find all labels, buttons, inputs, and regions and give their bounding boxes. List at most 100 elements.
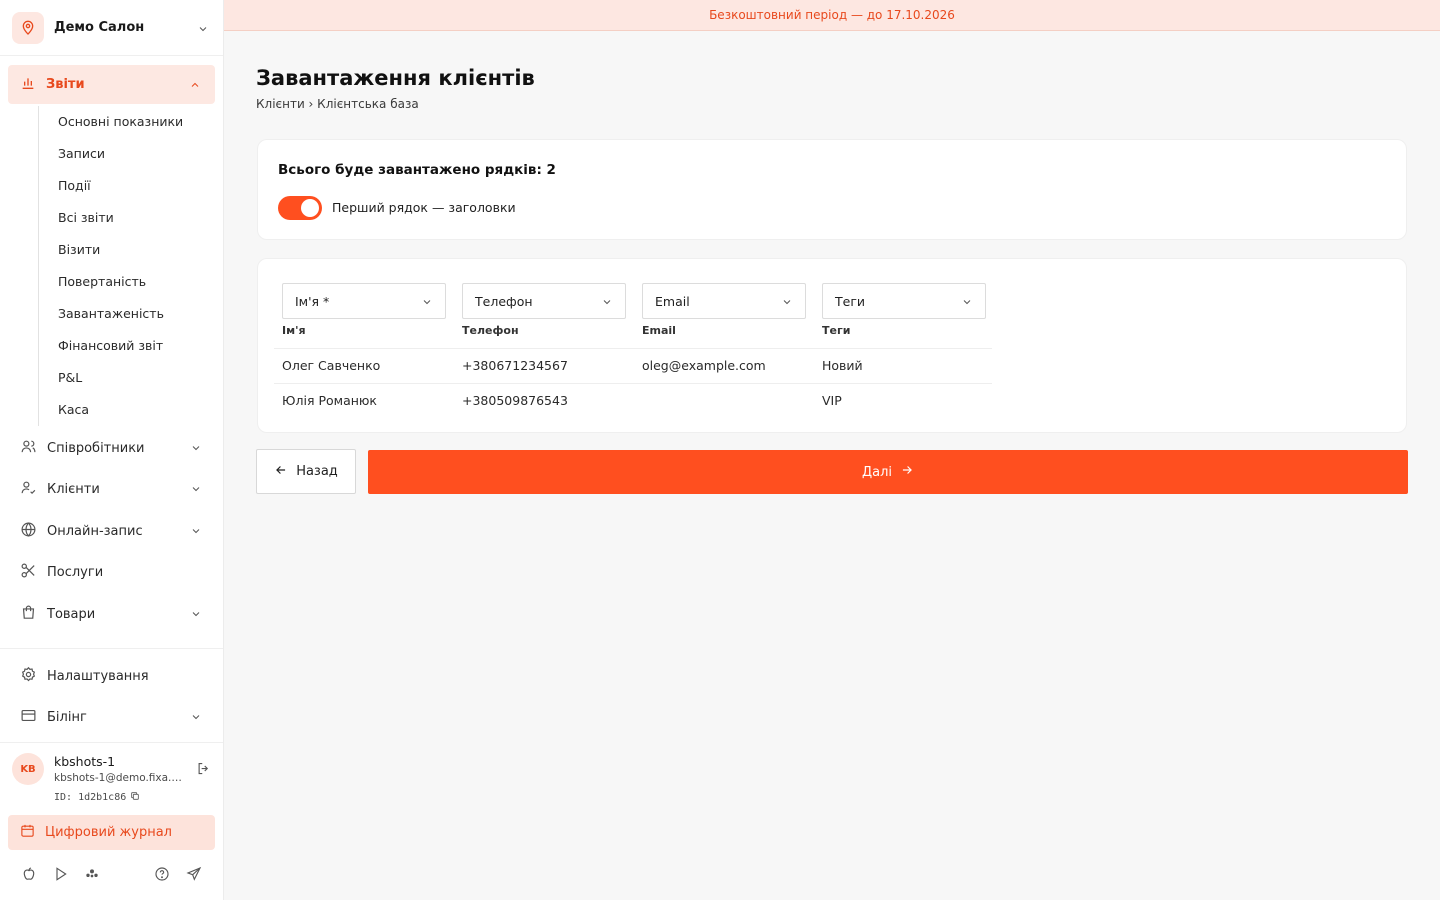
column-select-tags[interactable]: Теги (822, 283, 986, 319)
column-select-email[interactable]: Email (642, 283, 806, 319)
sidebar-subitem-all-reports[interactable]: Всі звіти (58, 210, 114, 225)
digital-journal-button[interactable]: Цифровий журнал (8, 815, 215, 850)
header-row-toggle[interactable] (278, 196, 322, 220)
sidebar-divider (0, 742, 223, 743)
page-title: Завантаження клієнтів (256, 66, 535, 90)
chevron-up-icon (189, 79, 201, 95)
bar-chart-icon (20, 75, 36, 95)
sidebar-item-label: Товари (47, 606, 96, 622)
sidebar-divider (0, 648, 223, 649)
user-check-icon (20, 479, 37, 500)
table-cell: +380671234567 (462, 358, 568, 373)
chevron-down-icon (190, 711, 202, 727)
users-icon (20, 438, 37, 459)
sidebar-item-clients[interactable]: Клієнти (20, 477, 216, 501)
sidebar-subitem-records[interactable]: Записи (58, 146, 105, 161)
row-divider (274, 383, 992, 384)
sidebar-item-services[interactable]: Послуги (20, 560, 216, 584)
column-header: Телефон (462, 324, 519, 337)
play-store-icon[interactable] (53, 866, 69, 886)
logout-icon[interactable] (196, 761, 211, 780)
chevron-down-icon (190, 442, 202, 458)
digital-journal-label: Цифровий журнал (45, 825, 172, 840)
trial-banner: Безкоштовний період — до 17.10.2026 (224, 0, 1440, 31)
telegram-icon[interactable] (186, 866, 202, 886)
chevron-down-icon (781, 296, 793, 311)
row-divider (274, 348, 992, 349)
apple-icon[interactable] (21, 866, 37, 886)
column-header: Email (642, 324, 676, 337)
chevron-down-icon (197, 20, 209, 39)
table-cell: Новий (822, 358, 863, 373)
toggle-knob (301, 199, 319, 217)
chevron-down-icon (190, 525, 202, 541)
location-pin-icon (12, 11, 44, 44)
next-button[interactable]: Далі (368, 450, 1408, 494)
arrow-right-icon (900, 463, 914, 481)
salon-switcher[interactable]: Демо Салон (0, 0, 223, 56)
column-select-value: Теги (835, 293, 866, 309)
sidebar-item-reports[interactable]: Звіти (8, 65, 215, 104)
user-id: ID: 1d2b1c86 (54, 792, 127, 803)
sidebar-item-staff[interactable]: Співробітники (20, 436, 216, 460)
sidebar-subitem-events[interactable]: Події (58, 178, 91, 193)
sidebar-item-label: Послуги (47, 564, 104, 580)
column-header: Теги (822, 324, 851, 337)
sidebar-item-billing[interactable]: Білінг (20, 705, 216, 729)
help-icon[interactable] (154, 866, 170, 886)
back-button[interactable]: Назад (256, 449, 356, 494)
sidebar-subitem-cash[interactable]: Каса (58, 402, 89, 417)
summary-card: Всього буде завантажено рядків: 2 Перший… (257, 139, 1407, 240)
sidebar-item-label: Звіти (46, 77, 85, 92)
back-button-label: Назад (296, 464, 338, 479)
sidebar-item-label: Співробітники (47, 440, 145, 456)
column-select-phone[interactable]: Телефон (462, 283, 626, 319)
table-cell: +380509876543 (462, 393, 568, 408)
sidebar-subitem-financial-report[interactable]: Фінансовий звіт (58, 338, 163, 353)
breadcrumb[interactable]: Клієнти › Клієнтська база (256, 97, 419, 111)
copy-icon[interactable] (130, 791, 140, 804)
sidebar-subitem-workload[interactable]: Завантаженість (58, 306, 164, 321)
column-header: Ім'я (282, 324, 306, 337)
column-select-value: Email (655, 293, 690, 309)
sidebar-item-online-booking[interactable]: Онлайн-запис (20, 519, 216, 543)
table-cell: oleg@example.com (642, 358, 766, 373)
chevron-down-icon (190, 608, 202, 624)
sidebar-item-settings[interactable]: Налаштування (20, 664, 216, 688)
sidebar-item-label: Білінг (47, 709, 87, 725)
avatar: KB (12, 753, 44, 785)
sidebar-subitem-retention[interactable]: Повертаність (58, 274, 146, 289)
table-cell: Олег Савченко (282, 358, 381, 373)
sidebar-subitem-pnl[interactable]: P&L (58, 370, 82, 385)
user-id-row: ID: 1d2b1c86 (54, 791, 140, 804)
sidebar-item-label: Онлайн-запис (47, 523, 143, 539)
header-row-toggle-label: Перший рядок — заголовки (332, 200, 516, 215)
column-select-name[interactable]: Ім'я * (282, 283, 446, 319)
sidebar-item-goods[interactable]: Товари (20, 602, 216, 626)
sidebar-subitem-main-indicators[interactable]: Основні показники (58, 114, 183, 129)
arrow-left-icon (274, 463, 288, 481)
column-select-value: Ім'я * (295, 293, 330, 309)
globe-icon (20, 521, 37, 542)
salon-name: Демо Салон (54, 20, 145, 35)
sidebar-subitem-visits[interactable]: Візити (58, 242, 100, 257)
calendar-icon (20, 823, 35, 842)
chevron-down-icon (421, 296, 433, 311)
sidebar-item-label: Налаштування (47, 668, 149, 684)
column-mapping-card: Ім'я * Телефон Email Теги Ім'я Телефон E… (257, 258, 1407, 433)
chevron-down-icon (601, 296, 613, 311)
reports-sublist-line (38, 106, 39, 426)
table-cell: VIP (822, 393, 842, 408)
credit-card-icon (20, 707, 37, 728)
user-email: kbshots-1@demo.fixa.b... (54, 772, 186, 784)
column-select-value: Телефон (475, 293, 533, 309)
user-name: kbshots-1 (54, 754, 116, 769)
gear-icon (20, 666, 37, 687)
chevron-down-icon (190, 483, 202, 499)
community-icon[interactable] (84, 866, 100, 886)
shopping-bag-icon (20, 604, 37, 625)
sidebar-footer (0, 866, 223, 890)
scissors-icon (20, 562, 37, 583)
sidebar: Демо Салон Звіти Основні показники Запис… (0, 0, 224, 900)
sidebar-item-label: Клієнти (47, 481, 100, 497)
